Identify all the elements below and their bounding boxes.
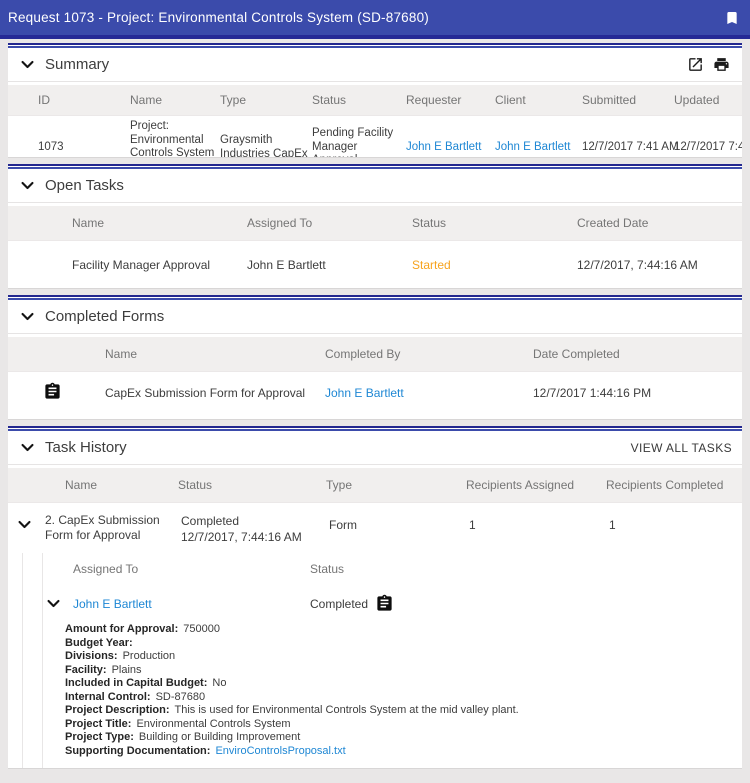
app-header-bar: Request 1073 - Project: Environmental Co… [0, 0, 750, 39]
column-header: Assigned To [247, 216, 412, 230]
column-header: Name [105, 347, 325, 361]
task-history-column-headers: Name Status Type Recipients Assigned Rec… [8, 468, 742, 502]
open-task-row[interactable]: Facility Manager Approval John E Bartlet… [8, 240, 742, 288]
detail-line: Internal Control:SD-87680 [65, 691, 730, 705]
section-title: Summary [45, 56, 678, 73]
task-history-header: Task History VIEW ALL TASKS [8, 431, 742, 465]
form-date-completed: 12/7/2017 1:44:16 PM [533, 386, 742, 400]
column-header: Submitted [582, 93, 672, 107]
detail-line: Divisions:Production [65, 650, 730, 664]
detail-line: Project Title:Environmental Controls Sys… [65, 718, 730, 732]
bookmark-icon[interactable] [724, 10, 740, 26]
column-header: ID [38, 93, 128, 107]
summary-cell-id: 1073 [38, 141, 128, 155]
expand-chevron-icon[interactable] [16, 516, 33, 533]
task-created-date: 12/7/2017, 7:44:16 AM [577, 258, 742, 272]
form-name: CapEx Submission Form for Approval [105, 386, 325, 400]
open-tasks-section: Open Tasks Name Assigned To Status Creat… [8, 164, 742, 289]
supporting-doc-link[interactable]: EnviroControlsProposal.txt [215, 745, 345, 757]
recipient-column-headers: Assigned To Status [43, 553, 742, 585]
column-header: Updated [674, 93, 738, 107]
task-name: Facility Manager Approval [72, 258, 247, 272]
task-status-badge: Started [412, 258, 577, 272]
open-tasks-header: Open Tasks [8, 169, 742, 203]
completed-by-link[interactable]: John E Bartlett [325, 386, 404, 400]
column-header: Completed By [325, 347, 533, 361]
column-header: Date Completed [533, 347, 742, 361]
summary-cell-type: Graysmith Industries CapEx [220, 134, 310, 158]
open-in-new-icon[interactable] [687, 56, 704, 73]
completed-forms-section: Completed Forms Name Completed By Date C… [8, 295, 742, 420]
detail-line: Supporting Documentation:EnviroControlsP… [65, 745, 730, 759]
detail-line: Facility:Plains [65, 664, 730, 678]
view-all-tasks-button[interactable]: VIEW ALL TASKS [631, 441, 732, 455]
detail-line: Budget Year: [65, 637, 730, 651]
column-header: Type [326, 478, 466, 492]
detail-line: Included in Capital Budget:No [65, 677, 730, 691]
column-header: Status [178, 478, 326, 492]
column-header: Name [65, 478, 178, 492]
recipient-row: John E Bartlett Completed [43, 585, 742, 620]
chevron-down-icon[interactable] [19, 177, 36, 194]
summary-cell-submitted: 12/7/2017 7:41 AM [582, 141, 672, 155]
print-icon[interactable] [713, 56, 730, 73]
recipient-status: Completed [310, 597, 368, 611]
column-header: Status [310, 562, 742, 576]
detail-line: Amount for Approval:750000 [65, 623, 730, 637]
completed-forms-column-headers: Name Completed By Date Completed [8, 337, 742, 371]
recipient-expand-area: Assigned To Status John E Bartlett Compl… [42, 553, 742, 768]
summary-cell-status: Pending Facility Manager Approval [312, 127, 404, 158]
column-header: Client [495, 93, 580, 107]
requester-link[interactable]: John E Bartlett [406, 141, 481, 153]
completed-form-row: CapEx Submission Form for Approval John … [8, 371, 742, 414]
task-history-row: 2. CapEx Submission Form for Approval Co… [8, 502, 742, 553]
clipboard-form-icon[interactable] [375, 594, 394, 613]
open-tasks-column-headers: Name Assigned To Status Created Date [8, 206, 742, 240]
column-header: Recipients Assigned [466, 478, 606, 492]
content-area: Summary ID Name Type Status Requester Cl… [0, 39, 750, 769]
summary-header: Summary [8, 48, 742, 82]
completed-forms-header: Completed Forms [8, 300, 742, 334]
column-header: Created Date [577, 216, 742, 230]
summary-cell-updated: 12/7/2017 7:44 AM [674, 141, 742, 155]
history-task-name: 2. CapEx Submission Form for Approval [40, 513, 181, 543]
chevron-down-icon[interactable] [19, 439, 36, 456]
history-task-status-date: 12/7/2017, 7:44:16 AM [181, 529, 329, 545]
task-assigned-to: John E Bartlett [247, 258, 412, 272]
column-header: Name [130, 93, 218, 107]
recipients-assigned-count: 1 [469, 513, 609, 532]
chevron-down-icon[interactable] [19, 308, 36, 325]
form-field-details: Amount for Approval:750000 Budget Year: … [43, 620, 742, 768]
task-history-section: Task History VIEW ALL TASKS Name Status … [8, 426, 742, 769]
detail-line: Project Type:Building or Building Improv… [65, 731, 730, 745]
column-header: Name [72, 216, 247, 230]
recipient-link[interactable]: John E Bartlett [73, 597, 152, 611]
page-title: Request 1073 - Project: Environmental Co… [8, 10, 429, 25]
recipients-completed-count: 1 [609, 513, 742, 532]
column-header: Type [220, 93, 310, 107]
section-title: Open Tasks [45, 177, 732, 194]
summary-section: Summary ID Name Type Status Requester Cl… [8, 43, 742, 158]
detail-line: Project Description:This is used for Env… [65, 704, 730, 718]
chevron-down-icon[interactable] [19, 56, 36, 73]
summary-column-headers: ID Name Type Status Requester Client Sub… [8, 85, 742, 115]
clipboard-form-icon[interactable] [43, 382, 62, 401]
expand-chevron-icon[interactable] [45, 595, 62, 612]
column-header: Requester [406, 93, 493, 107]
column-header: Recipients Completed [606, 478, 742, 492]
section-title: Completed Forms [45, 308, 732, 325]
summary-cell-name: Project: Environmental Controls System (… [130, 120, 218, 158]
column-header: Status [312, 93, 404, 107]
summary-row: 1073 Project: Environmental Controls Sys… [8, 115, 742, 158]
section-title: Task History [45, 439, 622, 456]
column-header: Status [412, 216, 577, 230]
column-header: Assigned To [73, 562, 310, 576]
history-task-type: Form [329, 513, 469, 532]
history-task-status: Completed [181, 513, 329, 529]
client-link[interactable]: John E Bartlett [495, 141, 570, 153]
task-expand-area: Assigned To Status John E Bartlett Compl… [22, 553, 742, 768]
